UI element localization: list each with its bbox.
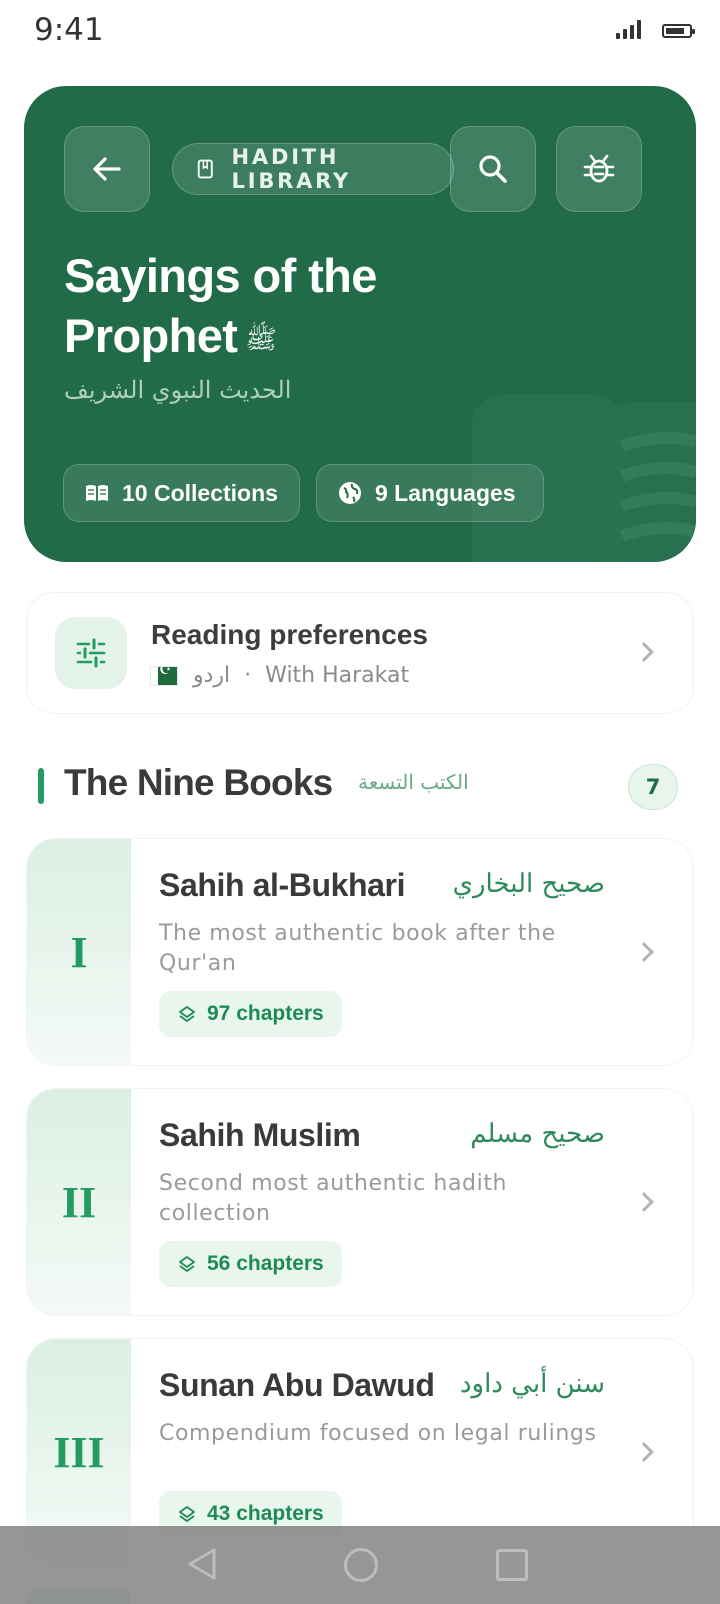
nav-home-icon[interactable] [344,1548,378,1582]
languages-stat: 9 Languages [316,464,544,522]
search-icon [479,155,507,183]
chevron-right-icon [634,1192,654,1212]
bug-icon [583,154,615,183]
layers-icon [179,1506,195,1522]
layers-icon [179,1256,195,1272]
book-arabic-name: سنن أبي داود [459,1369,605,1399]
battery-icon [662,24,695,38]
signal-icon [616,19,644,39]
preferences-language: اردو [193,663,231,688]
book-description: Second most authentic hadith collection [159,1171,508,1226]
book-name: Sahih al-Bukhari [159,867,406,903]
sliders-icon [55,617,127,689]
preferences-mode: With Harakat [265,663,410,688]
arabic-subtitle: الحديث النبوي الشريف [64,376,292,404]
book-arabic-name: صحيح مسلم [470,1119,605,1149]
arrow-left-icon [93,157,121,181]
chapters-badge: 56 chapters [159,1241,342,1287]
book-description: The most authentic book after the Qur'an [159,921,556,976]
pakistan-flag-icon [151,662,177,685]
debug-button[interactable] [556,126,642,212]
hero-header: HADITH LIBRARY Sayings of the Prophet ﷺ ا… [24,86,696,562]
nav-back-icon[interactable] [186,1546,218,1582]
chevron-right-icon [634,1442,654,1462]
book-name: Sunan Abu Dawud [159,1367,435,1403]
preferences-title: Reading preferences [151,619,428,650]
book-card[interactable]: I Sahih al-Bukhari صحيح البخاري The most… [26,838,694,1066]
separator: · [244,663,252,688]
open-book-icon [86,485,108,501]
collections-stat: 10 Collections [63,464,300,522]
back-button[interactable] [64,126,150,212]
honorific: ﷺ [245,324,277,355]
book-name: Sahih Muslim [159,1117,361,1153]
section-accent-bar [38,768,44,804]
status-bar: 9:41 [0,0,720,64]
status-time: 9:41 [34,12,104,48]
section-title: The Nine Books [64,762,333,803]
reading-preferences-card[interactable]: Reading preferences اردو · With Harakat [26,592,694,714]
book-numeral: II [27,1089,131,1315]
hadith-library-badge: HADITH LIBRARY [172,143,454,195]
book-card[interactable]: II Sahih Muslim صحيح مسلم Second most au… [26,1088,694,1316]
system-navigation-bar [0,1526,720,1604]
globe-icon [339,482,361,504]
section-count-badge: 7 [628,764,678,810]
page-title: Sayings of the Prophet ﷺ [64,249,377,362]
book-icon [197,159,213,179]
section-arabic-title: الكتب التسعة [358,770,469,794]
nav-recents-icon[interactable] [496,1549,528,1581]
layers-icon [179,1006,195,1022]
book-arabic-name: صحيح البخاري [452,869,605,899]
search-button[interactable] [450,126,536,212]
library-label: HADITH LIBRARY [231,145,351,193]
preferences-summary: اردو · With Harakat [151,662,410,688]
chevron-right-icon [634,642,654,662]
book-numeral: I [27,839,131,1065]
book-description: Compendium focused on legal rulings [159,1421,597,1446]
chevron-right-icon [634,942,654,962]
chapters-badge: 97 chapters [159,991,342,1037]
